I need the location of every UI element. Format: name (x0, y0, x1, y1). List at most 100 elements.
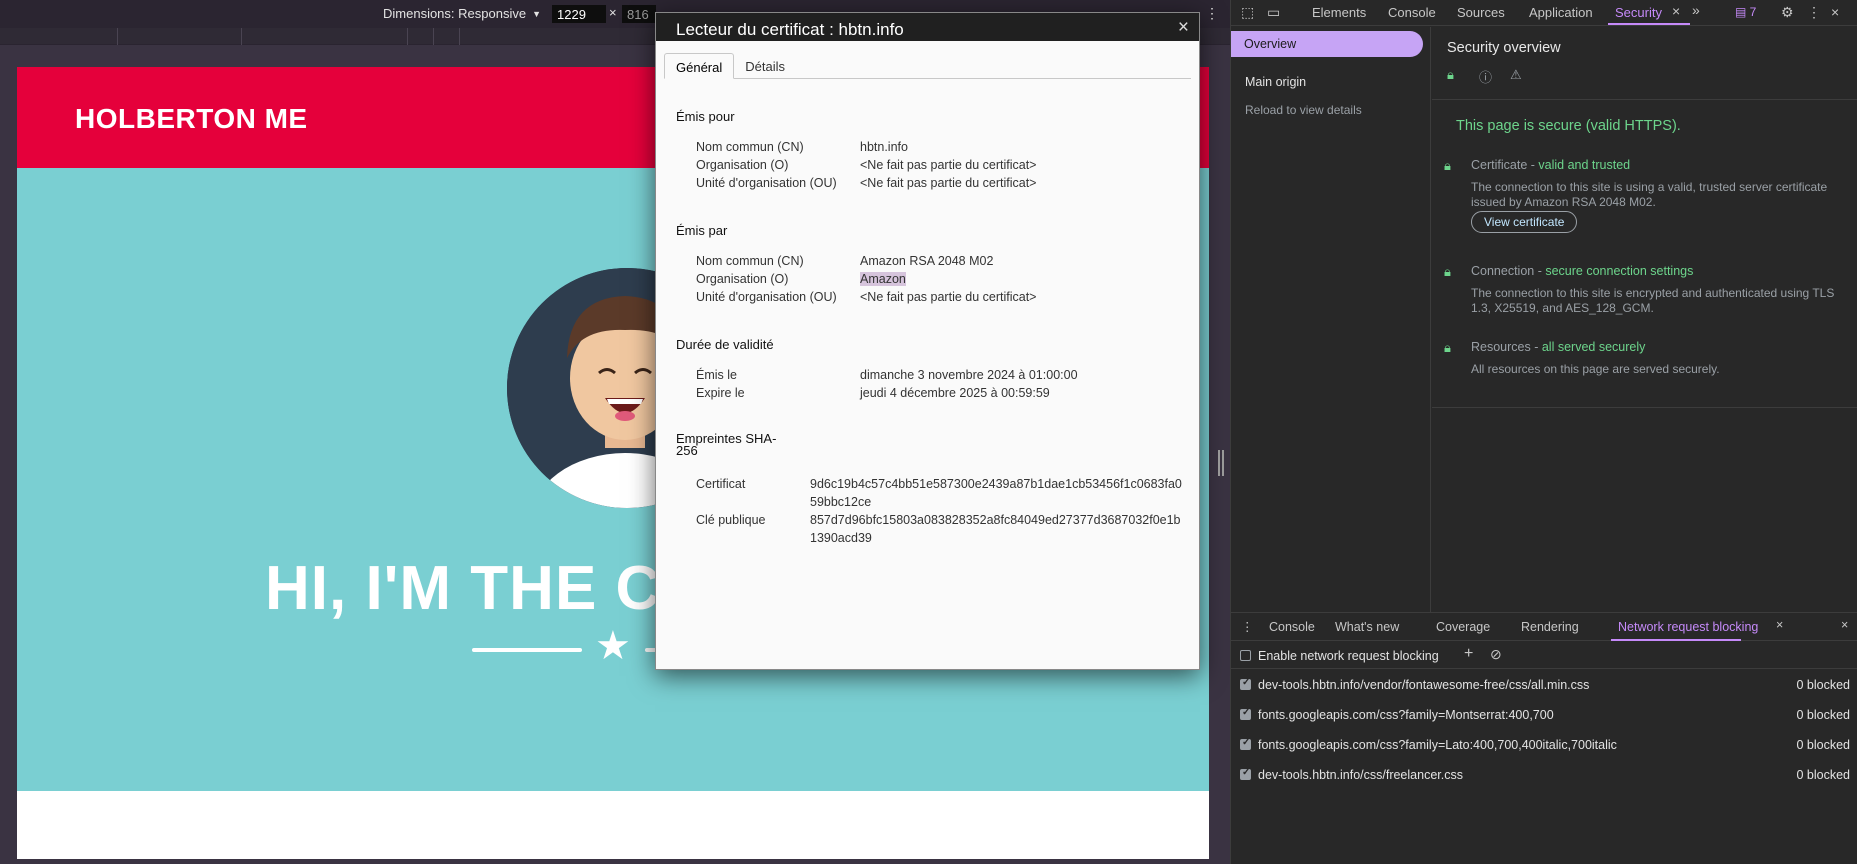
ruler-segment[interactable] (407, 28, 432, 45)
drawer-tab-rendering[interactable]: Rendering (1521, 620, 1579, 634)
panel-title: Security overview (1447, 40, 1561, 56)
blocking-rule-row[interactable]: dev-tools.hbtn.info/css/freelancer.css 0… (1231, 760, 1857, 790)
more-options-icon[interactable]: ⋮ (1807, 4, 1821, 21)
height-input[interactable] (622, 5, 656, 23)
tab-sources[interactable]: Sources (1457, 5, 1505, 20)
lock-icon: 🔒︎ (1444, 264, 1451, 279)
item-label: Connection - (1471, 264, 1546, 278)
field-label: Unité d'organisation (OU) (696, 290, 837, 304)
devtools-tabbar: ⬚ ▭ Elements Console Sources Application… (1231, 0, 1857, 26)
devtools-drawer: ⋮ Console What's new Coverage Rendering … (1231, 612, 1857, 864)
remove-all-icon[interactable]: ⊘ (1490, 646, 1502, 663)
tab-application[interactable]: Application (1529, 5, 1593, 20)
close-drawer-icon[interactable]: × (1841, 618, 1848, 632)
star-icon: ★ (595, 624, 631, 668)
resize-handle[interactable] (1218, 450, 1224, 476)
ruler-segment[interactable] (241, 28, 406, 45)
close-icon[interactable]: × (1178, 17, 1189, 39)
gear-icon[interactable]: ⚙ (1781, 4, 1794, 21)
fingerprint-value: 9d6c19b4c57c4bb51e587300e2439a87b1dae1cb… (810, 477, 1182, 509)
item-label: Resources - (1471, 340, 1542, 354)
rule-pattern: dev-tools.hbtn.info/css/freelancer.css (1258, 768, 1463, 782)
drawer-tab-whats-new[interactable]: What's new (1335, 620, 1399, 634)
field-value: hbtn.info (860, 140, 908, 154)
field-label: Nom commun (CN) (696, 140, 804, 154)
item-status: valid and trusted (1538, 158, 1631, 172)
field-label: Émis le (696, 368, 737, 382)
warning-icon: ⚠ (1510, 67, 1522, 82)
rule-checkbox[interactable] (1240, 737, 1251, 750)
section-title: Durée de validité (676, 337, 774, 352)
issues-count: 7 (1749, 5, 1757, 19)
device-toggle-icon[interactable]: ▭ (1267, 4, 1280, 21)
tab-console[interactable]: Console (1388, 5, 1436, 20)
item-title: Resources - all served securely (1471, 340, 1645, 354)
sidebar-item-overview[interactable]: Overview (1231, 31, 1423, 57)
field-value: <Ne fait pas partie du certificat> (860, 176, 1037, 190)
site-logo[interactable]: HOLBERTON ME (75, 103, 308, 135)
item-title: Connection - secure connection settings (1471, 264, 1693, 278)
rule-checkbox[interactable] (1240, 707, 1251, 720)
tab-security[interactable]: Security (1615, 5, 1662, 20)
rule-blocked-count: 0 blocked (1796, 768, 1850, 782)
item-description: The connection to this site is encrypted… (1471, 286, 1835, 315)
width-input[interactable] (552, 5, 606, 23)
blocking-rule-row[interactable]: fonts.googleapis.com/css?family=Lato:400… (1231, 730, 1857, 760)
sidebar-item-main-origin[interactable]: Main origin (1245, 75, 1306, 89)
hero-title: HI, I'M THE C (265, 554, 662, 623)
item-label: Certificate - (1471, 158, 1539, 172)
dimensions-dropdown[interactable]: Dimensions: Responsive ▼ (383, 6, 541, 21)
ruler-segment[interactable] (433, 28, 458, 45)
view-certificate-button[interactable]: View certificate (1471, 211, 1578, 233)
field-value: <Ne fait pas partie du certificat> (860, 290, 1037, 304)
rule-checkbox[interactable] (1240, 767, 1251, 780)
issued-to-section: Émis pour (676, 109, 735, 124)
enable-blocking-checkbox[interactable] (1240, 650, 1251, 661)
field-label: Organisation (O) (696, 158, 789, 172)
rule-pattern: fonts.googleapis.com/css?family=Lato:400… (1258, 738, 1617, 752)
close-tab-icon[interactable]: × (1776, 618, 1783, 632)
divider (1432, 99, 1857, 100)
ruler-segment[interactable] (459, 28, 484, 45)
security-overview-panel: Security overview 🔒︎ ⓘ ⚠ This page is se… (1432, 27, 1857, 612)
rule-checkbox[interactable] (1240, 677, 1251, 690)
security-sidebar: Overview Main origin Reload to view deta… (1231, 27, 1431, 612)
field-value: dimanche 3 novembre 2024 à 01:00:00 (860, 368, 1078, 382)
field-value: <Ne fait pas partie du certificat> (860, 158, 1037, 172)
drawer-tab-network-request-blocking[interactable]: Network request blocking (1618, 620, 1758, 634)
lock-icon: 🔒︎ (1444, 158, 1451, 173)
dialog-tabs: Général Détails (664, 53, 1191, 79)
ruler-segment[interactable] (117, 28, 240, 45)
drawer-tab-console[interactable]: Console (1269, 620, 1315, 634)
sidebar-reload-hint: Reload to view details (1245, 103, 1362, 117)
device-emulation-area: Dimensions: Responsive ▼ × ⋮ HOLBERTON M… (0, 0, 1230, 864)
section-title-line: 256 (676, 443, 698, 458)
info-icon: ⓘ (1479, 70, 1493, 85)
blocking-rule-row[interactable]: dev-tools.hbtn.info/vendor/fontawesome-f… (1231, 670, 1857, 700)
inspect-element-icon[interactable]: ⬚ (1241, 4, 1254, 21)
more-tabs-icon[interactable]: » (1692, 2, 1700, 18)
more-options-icon[interactable]: ⋮ (1205, 5, 1219, 22)
active-tab-indicator (1608, 23, 1690, 25)
drawer-tab-coverage[interactable]: Coverage (1436, 620, 1490, 634)
rule-blocked-count: 0 blocked (1796, 678, 1850, 692)
item-description: The connection to this site is using a v… (1471, 180, 1828, 209)
caret-down-icon: ▼ (532, 8, 541, 19)
field-value-selected: Amazon (860, 272, 906, 286)
enable-blocking-label[interactable]: Enable network request blocking (1258, 649, 1439, 663)
fingerprint-value: 857d7d96bfc15803a083828352a8fc84049ed273… (810, 513, 1181, 545)
close-tab-icon[interactable]: × (1672, 3, 1680, 19)
add-pattern-icon[interactable]: + (1464, 645, 1473, 663)
field-label: Unité d'organisation (OU) (696, 176, 837, 190)
tab-details[interactable]: Détails (734, 53, 796, 78)
tab-elements[interactable]: Elements (1312, 5, 1366, 20)
validity-section: Durée de validité (676, 337, 774, 352)
dialog-titlebar: Lecteur du certificat : hbtn.info × (656, 13, 1199, 41)
close-devtools-icon[interactable]: × (1831, 4, 1839, 20)
drawer-menu-icon[interactable]: ⋮ (1241, 619, 1254, 634)
dimensions-label: Dimensions: Responsive (383, 6, 527, 21)
issues-badge[interactable]: ▤ 7 (1735, 5, 1756, 19)
section-title: Empreintes SHA- 256 (676, 432, 776, 458)
blocking-rule-row[interactable]: fonts.googleapis.com/css?family=Montserr… (1231, 700, 1857, 730)
tab-general[interactable]: Général (664, 53, 735, 79)
